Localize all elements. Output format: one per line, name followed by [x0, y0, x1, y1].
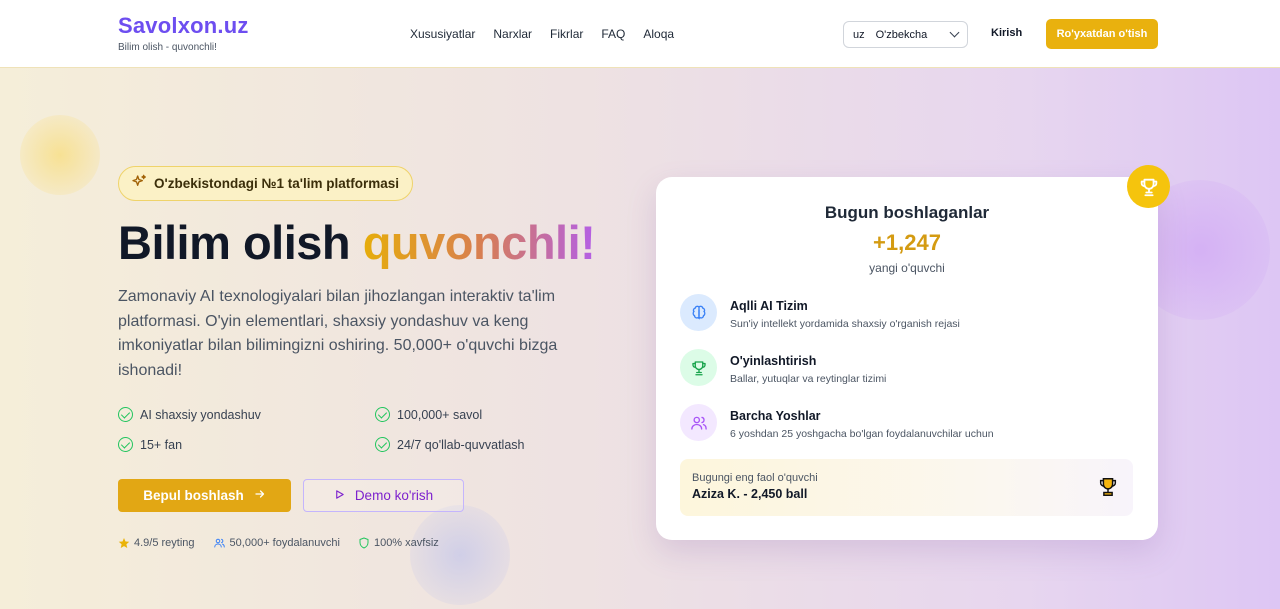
language-code: uz — [853, 28, 865, 41]
secure-stat: 100% xavfsiz — [358, 537, 439, 549]
top-student-label: Bugungi eng faol o'quvchi — [692, 472, 818, 484]
trophy-icon — [680, 349, 717, 386]
nav-link-pricing[interactable]: Narxlar — [493, 27, 532, 41]
feature-card-desc: 6 yoshdan 25 yoshgacha bo'lgan foydalanu… — [730, 428, 994, 440]
star-icon — [118, 538, 130, 548]
language-label: O'zbekcha — [875, 28, 928, 41]
check-circle-icon — [118, 437, 133, 452]
feature-label: 15+ fan — [140, 437, 183, 452]
card-subtitle: yangi o'quvchi — [869, 261, 945, 275]
users-stat: 50,000+ foydalanuvchi — [213, 537, 340, 549]
main-nav: Xususiyatlar Narxlar Fikrlar FAQ Aloqa — [410, 27, 674, 41]
hero-title-main: Bilim olish — [118, 216, 351, 269]
register-button[interactable]: Ro'yxatdan o'tish — [1046, 19, 1158, 49]
nav-link-reviews[interactable]: Fikrlar — [550, 27, 583, 41]
top-student-box: Bugungi eng faol o'quvchi Aziza K. - 2,4… — [680, 459, 1133, 516]
feature-item: 24/7 qo'llab-quvvatlash — [375, 437, 524, 452]
check-circle-icon — [118, 407, 133, 422]
demo-label: Demo ko'rish — [354, 488, 434, 503]
feature-card-title: Aqlli AI Tizim — [730, 299, 808, 313]
logo[interactable]: Savolxon.uz — [118, 13, 249, 39]
feature-card-desc: Sun'iy intellekt yordamida shaxsiy o'rga… — [730, 318, 960, 330]
new-students-count: +1,247 — [873, 230, 941, 255]
hero-badge: O'zbekistondagi №1 ta'lim platformasi — [118, 166, 414, 201]
rating-stat: 4.9/5 reyting — [118, 537, 195, 549]
feature-label: 100,000+ savol — [397, 407, 483, 422]
trophy-badge-icon — [1127, 165, 1170, 208]
shield-icon — [359, 537, 369, 549]
language-select[interactable]: uz O'zbekcha — [843, 21, 968, 48]
nav-link-faq[interactable]: FAQ — [601, 27, 625, 41]
feature-card-item: Barcha Yoshlar 6 yoshdan 25 yoshgacha bo… — [680, 404, 994, 441]
feature-card-desc: Ballar, yutuqlar va reytinglar tizimi — [730, 373, 887, 385]
hero-badge-label: O'zbekistondagi №1 ta'lim platformasi — [154, 176, 400, 191]
demo-button[interactable]: Demo ko'rish — [303, 479, 464, 512]
hero-stats: 4.9/5 reyting 50,000+ foydalanuvchi 100%… — [118, 537, 439, 549]
hero-title: Bilim olish quvonchli! — [118, 215, 596, 270]
site-header: Savolxon.uz Bilim olish - quvonchli! Xus… — [0, 0, 1280, 68]
check-circle-icon — [375, 437, 390, 452]
feature-card-item: O'yinlashtirish Ballar, yutuqlar va reyt… — [680, 349, 886, 386]
check-circle-icon — [375, 407, 390, 422]
decorative-blob — [20, 115, 100, 195]
users-label: 50,000+ foydalanuvchi — [229, 537, 340, 549]
nav-link-contact[interactable]: Aloqa — [643, 27, 674, 41]
feature-card-title: O'yinlashtirish — [730, 354, 817, 368]
card-title: Bugun boshlaganlar — [824, 203, 990, 222]
users-icon — [680, 404, 717, 441]
top-student-value: Aziza K. - 2,450 ball — [692, 487, 808, 501]
hero-description: Zamonaviy AI texnologiyalari bilan jihoz… — [118, 288, 558, 379]
stats-card: Bugun boshlaganlar +1,247 yangi o'quvchi… — [656, 177, 1158, 540]
feature-label: 24/7 qo'llab-quvvatlash — [397, 437, 525, 452]
play-icon — [334, 488, 345, 503]
feature-item: AI shaxsiy yondashuv — [118, 407, 261, 422]
start-free-label: Bepul boshlash — [143, 488, 244, 503]
trophy-icon — [1097, 476, 1119, 503]
feature-item: 100,000+ savol — [375, 407, 482, 422]
tagline: Bilim olish - quvonchli! — [118, 42, 217, 53]
arrow-right-icon — [254, 488, 266, 503]
feature-card-item: Aqlli AI Tizim Sun'iy intellekt yordamid… — [680, 294, 960, 331]
sparkles-icon — [131, 174, 147, 193]
feature-card-title: Barcha Yoshlar — [730, 409, 821, 423]
chevron-down-icon — [949, 27, 960, 38]
rating-label: 4.9/5 reyting — [134, 537, 195, 549]
brain-icon — [680, 294, 717, 331]
login-link[interactable]: Kirish — [991, 27, 1022, 39]
secure-label: 100% xavfsiz — [373, 537, 439, 549]
hero-title-highlight: quvonchli! — [362, 216, 596, 269]
feature-label: AI shaxsiy yondashuv — [140, 407, 261, 422]
users-icon — [213, 538, 225, 548]
start-free-button[interactable]: Bepul boshlash — [118, 479, 291, 512]
decorative-blob — [410, 505, 510, 605]
feature-item: 15+ fan — [118, 437, 182, 452]
nav-link-features[interactable]: Xususiyatlar — [410, 27, 475, 41]
